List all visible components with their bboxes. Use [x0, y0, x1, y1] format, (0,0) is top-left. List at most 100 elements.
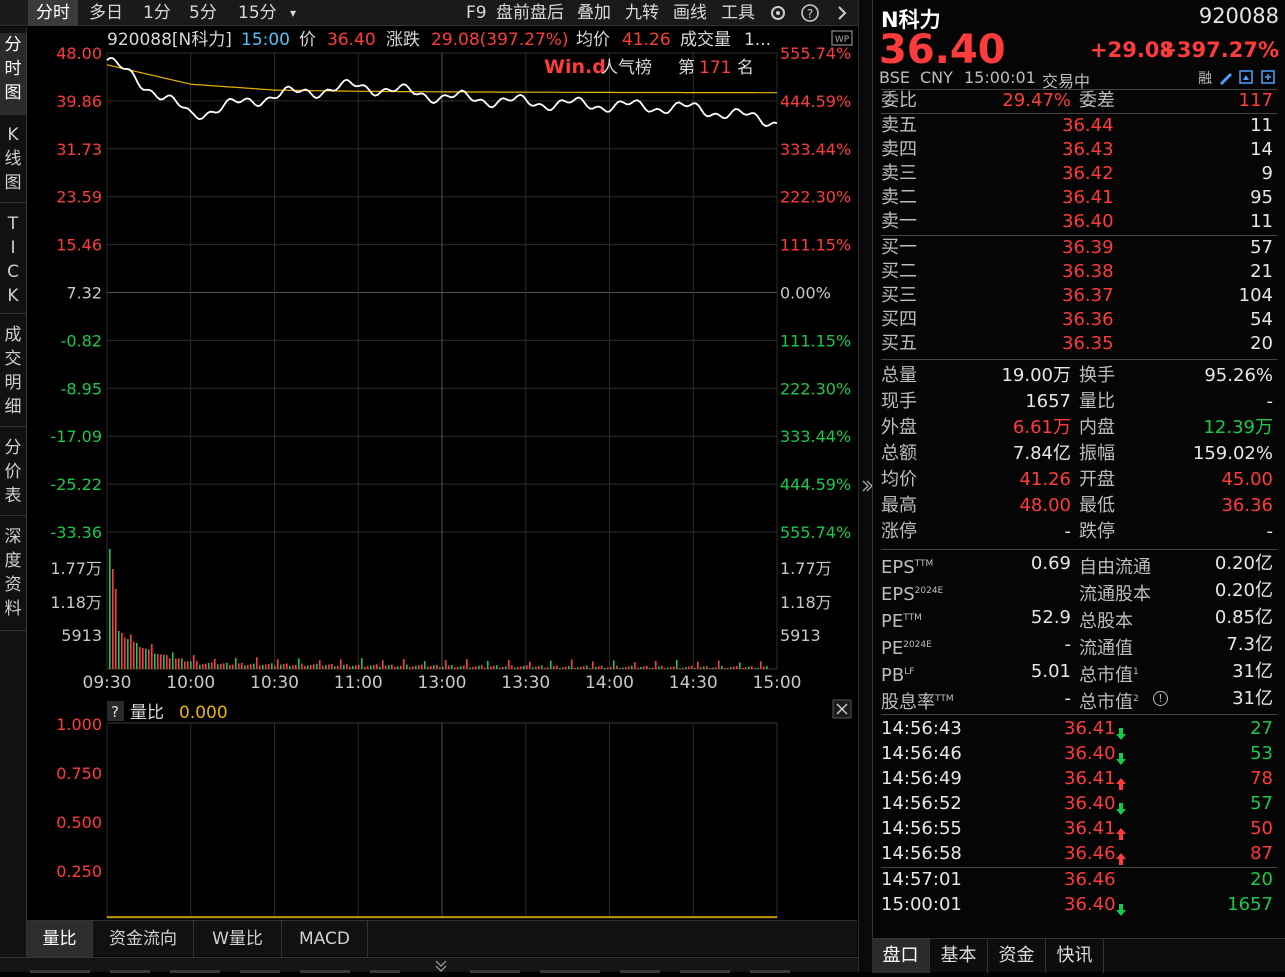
volume-bar: [145, 648, 147, 669]
volume-bar: [733, 666, 735, 669]
fund-label: 总市值2: [1079, 687, 1139, 715]
stat-value: 19.00万: [1001, 365, 1071, 386]
volume-bar: [739, 662, 741, 669]
collapse-panel-icon[interactable]: [859, 0, 873, 972]
order-level-row[interactable]: 卖二 36.41 95: [881, 186, 1277, 210]
volume-bar: [127, 639, 129, 669]
order-level-row[interactable]: 卖三 36.42 9: [881, 162, 1277, 186]
volume-bar: [136, 642, 138, 669]
trade-row[interactable]: 15:00:01 36.40 1657: [881, 893, 1277, 917]
level-price: 36.38: [1062, 261, 1114, 282]
stat-label: 现手: [881, 391, 917, 412]
indicator-tick: 1.000: [56, 715, 102, 734]
level-volume: 9: [1261, 163, 1273, 184]
price-tick-left: -8.95: [61, 379, 102, 398]
trade-row[interactable]: 14:57:01 36.46 20: [881, 868, 1277, 892]
level-price: 36.43: [1062, 139, 1114, 160]
order-level-row[interactable]: 买五 36.35 20: [881, 332, 1277, 356]
tab-volume-ratio[interactable]: 量比: [27, 921, 93, 957]
volume-bar: [535, 666, 537, 669]
volume-bar: [604, 668, 606, 669]
volume-bar: [388, 665, 390, 669]
tab-basics[interactable]: 基本: [930, 939, 988, 973]
pct-tick-right: 222.30%: [780, 188, 851, 207]
panel-splitter[interactable]: [858, 0, 873, 972]
trade-row[interactable]: 14:56:49 36.41 78: [881, 767, 1277, 791]
volume-bar: [697, 661, 699, 669]
volume-bar: [622, 667, 624, 669]
trade-row[interactable]: 14:56:58 36.46 87: [881, 842, 1277, 866]
volume-bar: [292, 665, 294, 669]
fund-label-text: 自由流通: [1079, 557, 1151, 578]
price-tick-left: 48.00: [56, 44, 102, 63]
stat-value: -: [1266, 391, 1274, 412]
volume-bar: [172, 652, 174, 669]
volume-bar: [598, 666, 600, 669]
trade-row[interactable]: 14:56:43 36.41 27: [881, 717, 1277, 741]
volume-tick-right: 1.77万: [780, 559, 832, 578]
stat-label: 总量: [881, 365, 917, 386]
volume-bar: [115, 589, 117, 669]
stat-value: 48.00: [1019, 495, 1071, 516]
volume-bar: [454, 667, 456, 669]
order-level-row[interactable]: 买二 36.38 21: [881, 260, 1277, 284]
trade-row[interactable]: 14:56:46 36.40 53: [881, 742, 1277, 766]
rank-prefix: 第: [678, 58, 695, 78]
volume-bar: [325, 665, 327, 669]
indicator-tick: 0.500: [56, 813, 102, 832]
level-label: 买四: [881, 309, 917, 330]
trade-row[interactable]: 14:56:55 36.41 50: [881, 817, 1277, 841]
volume-bar: [766, 666, 768, 669]
order-level-row[interactable]: 买一 36.39 57: [881, 236, 1277, 260]
market-cap-help-icon[interactable]: !: [1153, 691, 1168, 706]
volume-bar: [664, 668, 666, 669]
volume-bar: [751, 666, 753, 669]
tab-w-volume-ratio[interactable]: W量比: [194, 921, 282, 957]
volume-bar: [394, 666, 396, 669]
volume-bar: [298, 658, 300, 669]
tab-news-flash[interactable]: 快讯: [1046, 939, 1104, 973]
volume-bar: [541, 665, 543, 669]
tab-order-book[interactable]: 盘口: [872, 939, 930, 973]
tab-macd[interactable]: MACD: [282, 921, 368, 957]
volume-bar: [481, 665, 483, 669]
level-price: 36.39: [1062, 237, 1114, 258]
trade-time: 14:57:01: [881, 869, 962, 890]
volume-bar: [538, 665, 540, 669]
intraday-chart[interactable]: 920088[N科力] 15:00 价 36.40 涨跌 29.08(397.2…: [0, 0, 858, 920]
volume-bar: [682, 667, 684, 669]
volume-bar: [397, 666, 399, 669]
tab-funds[interactable]: 资金: [988, 939, 1046, 973]
alert-icon[interactable]: [1239, 70, 1253, 84]
volume-bar: [133, 641, 135, 669]
volume-bar: [220, 663, 222, 669]
volume-bar: [529, 661, 531, 669]
volume-bar: [244, 665, 246, 669]
time-tick: 11:00: [334, 673, 383, 693]
volume-bar: [337, 665, 339, 669]
trade-row[interactable]: 14:56:52 36.40 57: [881, 792, 1277, 816]
order-level-row[interactable]: 买四 36.36 54: [881, 308, 1277, 332]
arrow-down-icon: [1116, 899, 1126, 923]
close-indicator-icon[interactable]: [832, 699, 852, 719]
add-watch-icon[interactable]: [1261, 70, 1275, 84]
popularity-label[interactable]: 人气榜: [601, 58, 652, 78]
volume-bar: [253, 663, 255, 669]
trade-price: 36.41: [1064, 818, 1116, 839]
volume-bar: [322, 665, 324, 669]
pencil-icon[interactable]: [1220, 73, 1232, 85]
order-level-row[interactable]: 买三 36.37 104: [881, 284, 1277, 308]
order-level-row[interactable]: 卖四 36.43 14: [881, 138, 1277, 162]
margin-badge: 融: [1198, 71, 1212, 87]
volume-bar: [643, 666, 645, 669]
tab-fund-flow[interactable]: 资金流向: [93, 921, 194, 957]
order-level-row[interactable]: 卖一 36.40 11: [881, 210, 1277, 234]
stat-label: 最低: [1079, 495, 1115, 516]
volume-bar: [418, 665, 420, 669]
order-level-row[interactable]: 卖五 36.44 11: [881, 114, 1277, 138]
volume-bar: [580, 666, 582, 669]
volume-bar: [637, 667, 639, 669]
volume-bar: [652, 667, 654, 669]
volume-bar: [685, 667, 687, 669]
fund-value: 0.20亿: [1214, 553, 1273, 574]
